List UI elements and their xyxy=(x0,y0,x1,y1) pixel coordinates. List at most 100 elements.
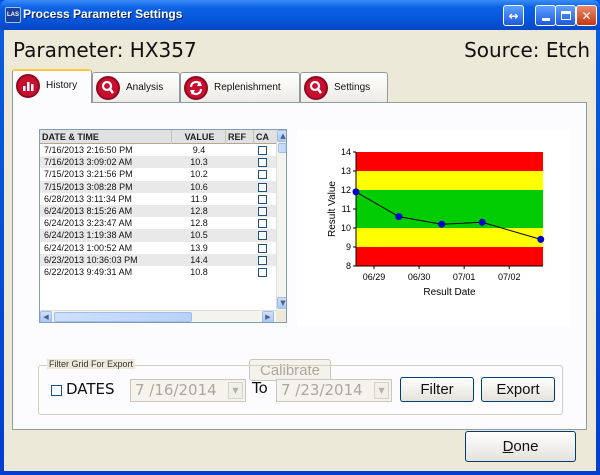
restore-arrows-icon[interactable]: ↔ xyxy=(503,5,524,26)
scroll-down-icon[interactable]: ▼ xyxy=(277,297,286,309)
cell-value: 10.6 xyxy=(190,181,208,192)
table-row[interactable]: 7/15/2013 3:21:56 PM 10.2 xyxy=(40,168,276,180)
y-tick-label: 10 xyxy=(341,223,351,233)
column-header-ca[interactable]: CA xyxy=(254,130,276,144)
table-row[interactable]: 7/16/2013 2:16:50 PM 9.4 xyxy=(40,144,276,156)
export-button[interactable]: Export xyxy=(481,377,555,402)
cell-date: 6/28/2013 3:11:34 PM xyxy=(44,193,132,204)
y-tick-label: 13 xyxy=(341,166,351,176)
scrollbar-corner xyxy=(276,310,286,322)
minimize-button[interactable] xyxy=(535,5,556,26)
data-point xyxy=(352,188,360,196)
cell-date: 6/24/2013 3:23:47 AM xyxy=(44,218,133,229)
table-row[interactable]: 7/15/2013 3:08:28 PM 10.6 xyxy=(40,180,276,193)
cell-value: 10.8 xyxy=(190,266,208,277)
refresh-icon xyxy=(184,76,208,100)
magnifier-icon xyxy=(304,76,328,100)
ca-checkbox[interactable] xyxy=(258,182,267,192)
tab-settings[interactable]: Settings xyxy=(300,72,388,102)
window-title: Process Parameter Settings xyxy=(23,7,183,21)
title-bar[interactable]: LAS Process Parameter Settings ↔ ✕ xyxy=(0,0,600,30)
magnifier-icon xyxy=(96,76,120,100)
from-date-value: 7 /16/2014 xyxy=(135,381,217,399)
table-row[interactable]: 6/24/2013 8:15:26 AM 12.8 xyxy=(40,204,276,218)
table-row[interactable]: 6/24/2013 1:19:38 AM 10.5 xyxy=(40,229,276,242)
cell-value: 10.2 xyxy=(190,169,208,180)
ca-checkbox[interactable] xyxy=(258,158,267,168)
tab-history-label: History xyxy=(46,80,78,91)
maximize-icon xyxy=(560,11,571,20)
scroll-right-icon[interactable]: ▶ xyxy=(262,311,274,322)
table-row[interactable]: 6/28/2013 3:11:34 PM 11.9 xyxy=(40,193,276,205)
column-header-value[interactable]: VALUE xyxy=(172,130,226,144)
y-tick-label: 11 xyxy=(342,204,351,214)
cell-date: 6/22/2013 9:49:31 AM xyxy=(44,266,133,277)
data-point xyxy=(438,220,446,228)
minimize-icon xyxy=(541,18,550,21)
cell-value: 12.8 xyxy=(190,218,208,229)
scroll-up-icon[interactable]: ▲ xyxy=(277,130,286,142)
ca-checkbox[interactable] xyxy=(258,146,267,155)
table-row[interactable]: 7/16/2013 3:09:02 AM 10.3 xyxy=(40,156,276,169)
to-date-dropdown-icon[interactable]: ▼ xyxy=(374,382,389,399)
source-title: Source: Etch xyxy=(464,38,590,62)
ca-checkbox[interactable] xyxy=(258,206,267,216)
tab-analysis[interactable]: Analysis xyxy=(92,72,180,102)
ca-checkbox[interactable] xyxy=(258,231,267,241)
cell-date: 7/16/2013 2:16:50 PM xyxy=(44,145,133,155)
from-date-picker[interactable]: 7 /16/2014 ▼ xyxy=(130,379,246,402)
ca-checkbox[interactable] xyxy=(258,267,267,277)
from-date-dropdown-icon[interactable]: ▼ xyxy=(228,382,243,399)
x-tick-label: 06/30 xyxy=(408,272,431,282)
data-point xyxy=(395,213,403,221)
chart-band xyxy=(356,228,543,247)
ca-checkbox[interactable] xyxy=(258,219,267,229)
scroll-left-icon[interactable]: ◀ xyxy=(40,311,52,322)
chart-icon xyxy=(16,74,40,98)
parameter-title: Parameter: HX357 xyxy=(13,38,197,62)
close-icon: ✕ xyxy=(581,8,592,23)
table-row[interactable]: 6/23/2013 10:36:03 PM 14.4 xyxy=(40,253,276,266)
cell-date: 7/15/2013 3:21:56 PM xyxy=(44,169,133,180)
table-row[interactable]: 6/24/2013 3:23:47 AM 12.8 xyxy=(40,217,276,229)
horizontal-scroll-thumb[interactable] xyxy=(54,312,192,322)
column-header-ref[interactable]: REF xyxy=(226,130,254,144)
grid-vertical-scrollbar[interactable]: ▲ ▼ xyxy=(276,130,286,310)
filter-group-label: Filter Grid For Export xyxy=(47,359,136,369)
table-row[interactable]: 6/22/2013 9:49:31 AM 10.8 xyxy=(40,266,276,278)
tab-history[interactable]: History xyxy=(12,69,92,103)
tab-replenishment[interactable]: Replenishment xyxy=(180,72,300,102)
filter-button[interactable]: Filter xyxy=(400,377,474,402)
filter-group: Filter Grid For Export DATES 7 /16/2014 … xyxy=(38,359,563,415)
cell-value: 12.8 xyxy=(190,205,208,216)
x-tick-label: 06/29 xyxy=(363,272,386,282)
cell-value: 14.4 xyxy=(190,254,208,265)
dates-checkbox[interactable] xyxy=(51,385,62,396)
grid-horizontal-scrollbar[interactable]: ◀ ▶ xyxy=(40,310,276,322)
dates-label: DATES xyxy=(66,380,115,398)
table-row[interactable]: 6/24/2013 1:00:52 AM 13.9 xyxy=(40,242,276,254)
cell-date: 7/15/2013 3:08:28 PM xyxy=(44,181,133,192)
to-label: To xyxy=(252,379,268,397)
cell-value: 13.9 xyxy=(190,242,208,253)
cell-date: 7/16/2013 3:09:02 AM xyxy=(44,157,133,168)
tab-analysis-label: Analysis xyxy=(126,82,164,93)
done-button[interactable]: Done xyxy=(465,431,576,462)
ca-checkbox[interactable] xyxy=(258,255,267,265)
data-point xyxy=(537,235,545,243)
tab-settings-label: Settings xyxy=(334,82,371,93)
maximize-button[interactable] xyxy=(555,5,576,26)
vertical-scroll-thumb[interactable] xyxy=(278,143,286,153)
column-header-date[interactable]: DATE & TIME xyxy=(40,130,172,144)
history-grid[interactable]: DATE & TIME VALUE REF CA 7/16/2013 2:16:… xyxy=(39,129,287,323)
to-date-picker[interactable]: 7 /23/2014 ▼ xyxy=(276,379,392,402)
done-label-rest: one xyxy=(513,438,539,455)
close-button[interactable]: ✕ xyxy=(576,5,597,26)
app-logo-icon: LAS xyxy=(5,7,21,23)
y-tick-label: 9 xyxy=(346,242,351,252)
ca-checkbox[interactable] xyxy=(258,194,267,204)
ca-checkbox[interactable] xyxy=(258,243,267,253)
ca-checkbox[interactable] xyxy=(258,170,267,180)
y-tick-label: 12 xyxy=(341,185,351,195)
x-tick-label: 07/02 xyxy=(498,272,521,282)
